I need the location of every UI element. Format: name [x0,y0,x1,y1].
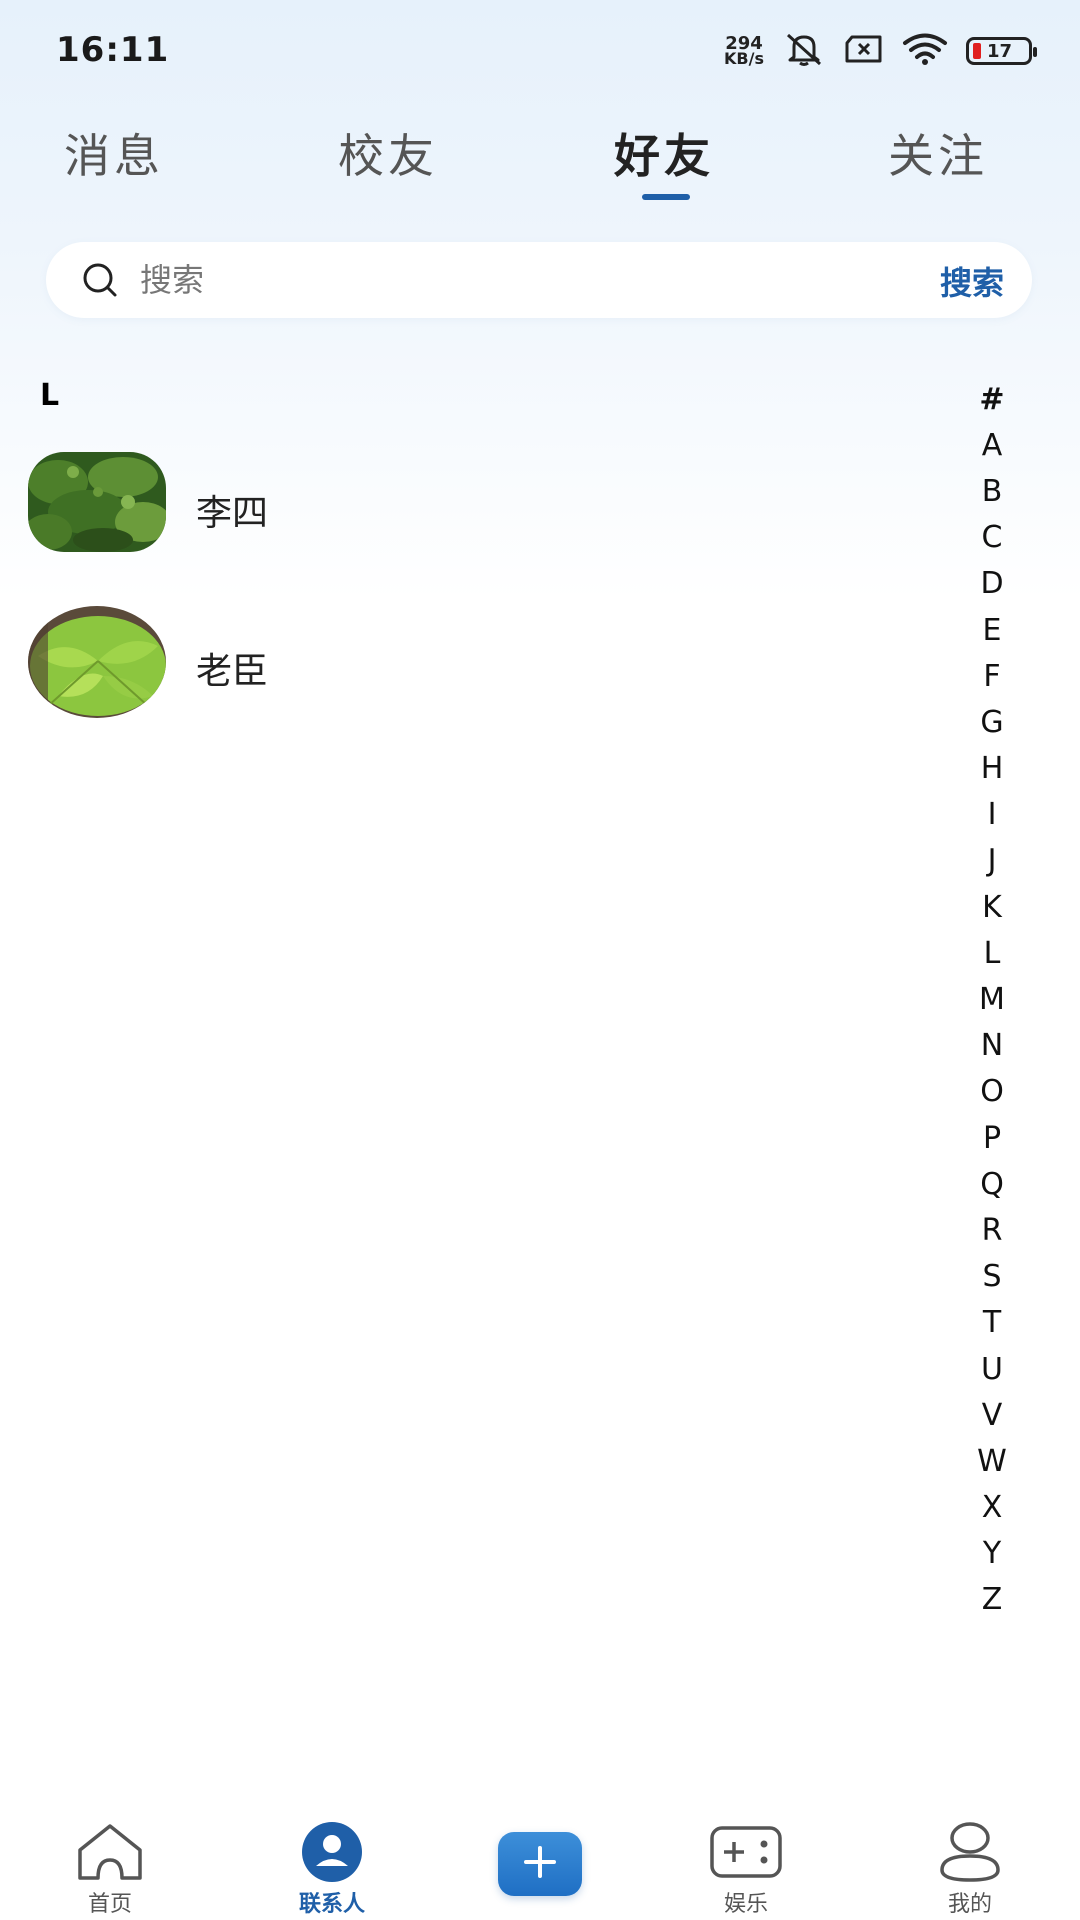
nav-entertainment-label: 娱乐 [723,1892,768,1917]
search-button[interactable]: 搜索 [940,258,1004,304]
index-letter-y[interactable]: Y [970,1531,1014,1577]
home-icon [74,1820,146,1884]
tab-active-indicator [642,194,690,200]
status-bar: 16:11 294 KB/s 17 [0,0,1080,100]
section-letter-header: L [40,378,60,413]
battery-level: 17 [987,40,1013,62]
index-letter-v[interactable]: V [970,1392,1014,1438]
index-letter-z[interactable]: Z [970,1577,1014,1623]
wifi-icon [902,32,948,70]
contact-row[interactable]: 老臣 [0,596,940,736]
index-letter-k[interactable]: K [970,884,1014,930]
index-letter-d[interactable]: D [970,561,1014,607]
tab-alumni[interactable]: 校友 [338,120,438,186]
index-letter-q[interactable]: Q [970,1161,1014,1207]
index-letter-m[interactable]: M [970,976,1014,1022]
index-letter-n[interactable]: N [970,1023,1014,1069]
index-letter-f[interactable]: F [970,653,1014,699]
status-time: 16:11 [56,30,170,70]
index-letter-s[interactable]: S [970,1254,1014,1300]
nav-profile[interactable]: 我的 [890,1800,1050,1920]
alphabet-index-bar: # A B C D E F G H I J K L M N O P Q R S T U V W X Y Z [970,376,1014,1623]
index-letter-g[interactable]: G [970,699,1014,745]
avatar [28,606,166,718]
plus-button[interactable] [498,1832,582,1896]
tab-messages[interactable]: 消息 [64,120,164,186]
index-letter-hash[interactable]: # [970,376,1014,422]
nav-contacts[interactable]: 联系人 [252,1800,412,1920]
index-letter-t[interactable]: T [970,1300,1014,1346]
gamepad-icon [710,1820,782,1884]
contacts-icon [296,1820,368,1884]
search-input[interactable] [140,254,840,306]
index-letter-w[interactable]: W [970,1438,1014,1484]
contact-row[interactable]: 李四 [0,436,940,576]
index-letter-x[interactable]: X [970,1485,1014,1531]
index-letter-c[interactable]: C [970,515,1014,561]
profile-icon [934,1820,1006,1884]
sim-error-icon [844,34,884,68]
nav-contacts-label: 联系人 [298,1892,365,1917]
nav-home[interactable]: 首页 [30,1800,190,1920]
index-letter-a[interactable]: A [970,422,1014,468]
tab-following[interactable]: 关注 [888,120,988,186]
battery-fill [973,43,981,59]
index-letter-p[interactable]: P [970,1115,1014,1161]
tab-friends[interactable]: 好友 [614,120,714,186]
index-letter-h[interactable]: H [970,746,1014,792]
status-icons: 294 KB/s 17 [724,26,1037,76]
avatar [28,452,166,552]
index-letter-j[interactable]: J [970,838,1014,884]
plus-icon [522,1844,558,1884]
index-letter-e[interactable]: E [970,607,1014,653]
contact-name: 老臣 [196,651,269,692]
nav-entertainment[interactable]: 娱乐 [666,1800,826,1920]
top-tabs: 消息 校友 好友 关注 [0,110,1080,210]
contact-name: 李四 [196,493,269,534]
index-letter-r[interactable]: R [970,1207,1014,1253]
index-letter-i[interactable]: I [970,792,1014,838]
net-speed-unit: KB/s [724,49,764,68]
mute-icon [782,31,826,71]
index-letter-u[interactable]: U [970,1346,1014,1392]
bottom-nav: 首页 联系人 娱乐 我的 [0,1800,1080,1920]
nav-home-label: 首页 [87,1892,132,1917]
index-letter-o[interactable]: O [970,1069,1014,1115]
battery-icon: 17 [966,37,1037,65]
index-letter-b[interactable]: B [970,468,1014,514]
search-bar: 搜索 [46,242,1032,318]
index-letter-l[interactable]: L [970,930,1014,976]
nav-profile-label: 我的 [947,1892,992,1917]
net-speed: 294 KB/s [724,35,764,68]
search-icon [82,262,118,298]
